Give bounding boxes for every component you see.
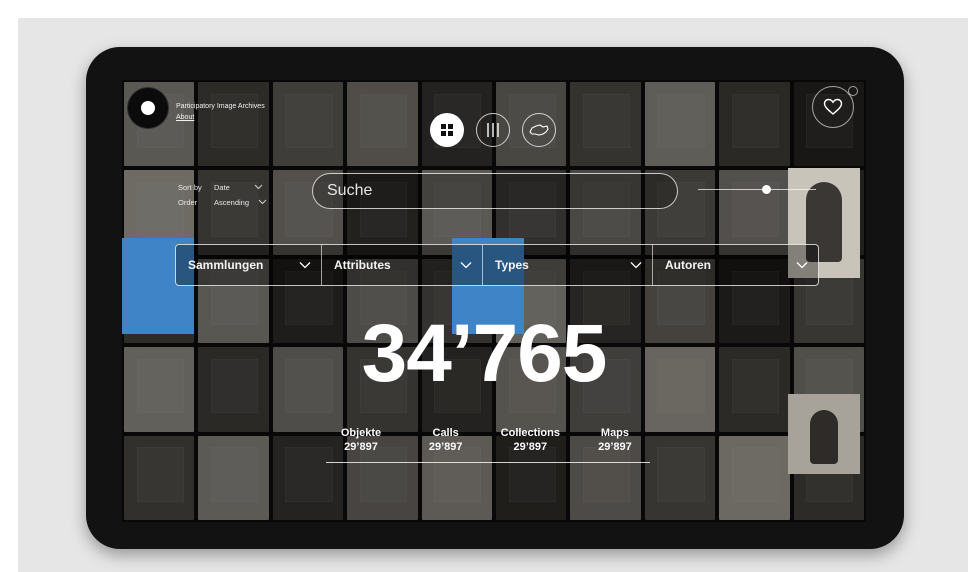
sort-controls: Sort by Date Order Ascending [178,180,267,210]
chevron-down-icon [630,262,642,269]
chevron-down-icon [299,262,311,269]
filter-types[interactable]: Types [483,245,653,285]
sort-by-label: Sort by [178,183,202,192]
search-placeholder: Suche [327,182,373,199]
chevron-down-icon[interactable] [258,195,267,210]
portrait-thumbnail[interactable] [788,394,860,474]
filter-label: Attributes [334,258,391,272]
favorites-count-badge [848,86,858,96]
stat-value: 29’897 [428,441,463,453]
filter-label: Types [495,258,529,272]
zoom-slider-thumb[interactable] [762,185,771,194]
timeline-view-button[interactable] [476,113,510,147]
order-row[interactable]: Order Ascending [178,195,267,210]
chevron-down-icon [460,262,472,269]
stat-collections: Collections 29’897 [495,426,565,462]
app-name: Participatory Image Archives [176,103,265,110]
stat-label: Collections [500,427,560,439]
map-view-button[interactable] [522,113,556,147]
order-label: Order [178,198,198,207]
stat-value: 29’897 [513,441,548,453]
sort-by-value[interactable]: Date [214,180,254,195]
grid-view-button[interactable] [430,113,464,147]
order-value[interactable]: Ascending [214,195,258,210]
filter-bar: Sammlungen Attributes Types Autoren [175,244,819,286]
stats-row: Objekte 29’897 Calls 29’897 Collections … [326,426,650,462]
filter-label: Sammlungen [188,258,264,272]
stat-label: Objekte [340,427,382,439]
sort-by-row[interactable]: Sort by Date [178,180,267,195]
stat-maps: Maps 29’897 [580,426,650,462]
heart-icon [823,98,843,115]
stat-calls: Calls 29’897 [411,426,481,462]
grid-icon [441,124,453,136]
search-input[interactable]: Suche [312,173,678,209]
filter-sammlungen[interactable]: Sammlungen [176,245,322,285]
brand-block: Participatory Image Archives About [176,101,265,123]
stats-divider [326,462,650,463]
stat-label: Calls [432,427,459,439]
filter-autoren[interactable]: Autoren [653,245,818,285]
zoom-slider-track[interactable] [698,189,816,190]
total-count: 34’765 [361,308,608,399]
about-link[interactable]: About [176,112,265,123]
stat-label: Maps [600,427,630,439]
chevron-down-icon[interactable] [254,180,263,195]
logo-icon[interactable] [127,87,169,129]
map-icon [529,124,549,136]
stat-value: 29’897 [344,441,378,453]
chevron-down-icon [796,262,808,269]
filter-attributes[interactable]: Attributes [322,245,483,285]
stat-objekte: Objekte 29’897 [326,426,396,462]
timeline-icon [487,123,499,137]
stat-value: 29’897 [598,441,632,453]
filter-label: Autoren [665,258,711,272]
